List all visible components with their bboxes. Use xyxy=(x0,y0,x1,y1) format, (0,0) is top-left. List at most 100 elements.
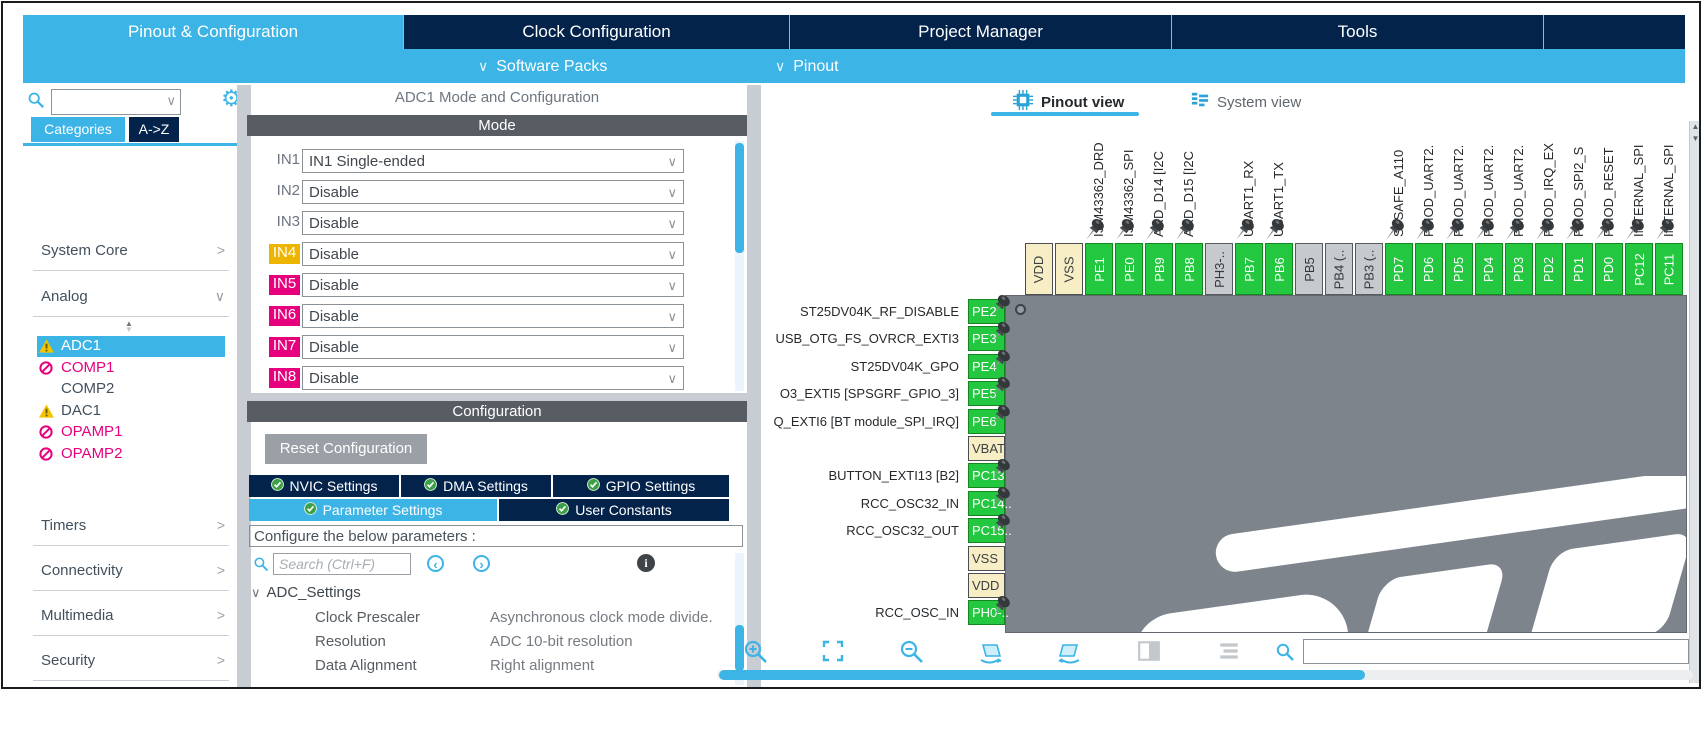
mode-select-in5[interactable]: Disable∨ xyxy=(302,273,684,297)
pin-pe0[interactable]: PE0 xyxy=(1115,243,1143,295)
mode-select-in8[interactable]: Disable∨ xyxy=(302,366,684,390)
tab-clock-configuration[interactable]: Clock Configuration xyxy=(403,15,789,49)
sidebar-item-multimedia[interactable]: Multimedia> xyxy=(33,598,229,636)
pin-ph0[interactable]: PH0-.. xyxy=(968,600,1005,625)
parameters-scrollbar[interactable] xyxy=(735,553,744,685)
mode-config-splitter[interactable] xyxy=(247,393,747,401)
param-value-clock-prescaler[interactable]: Asynchronous clock mode divide. xyxy=(490,609,713,626)
sidebar-item-comp2[interactable]: COMP2 xyxy=(37,379,225,400)
pin-pc12[interactable]: PC12 xyxy=(1625,243,1653,295)
scroll-up-icon[interactable]: ▲ xyxy=(1690,121,1701,133)
select-value: Disable xyxy=(309,246,359,263)
pin-pe2[interactable]: PE2 xyxy=(968,299,1005,324)
tab-parameter-settings[interactable]: Parameter Settings xyxy=(249,499,497,521)
sort-toggle[interactable]: ▲▼ xyxy=(119,321,139,335)
chip-icon xyxy=(1013,90,1033,115)
subnav-pinout[interactable]: ∨Pinout xyxy=(775,49,839,83)
pin-pe5[interactable]: PE5 xyxy=(968,381,1005,406)
pin-list-icon[interactable] xyxy=(1217,639,1243,665)
pin-pb7[interactable]: PB7 xyxy=(1235,243,1263,295)
param-name-data-alignment[interactable]: Data Alignment xyxy=(315,657,417,674)
sidebar-item-comp1[interactable]: COMP1 xyxy=(37,358,225,379)
pin-pd7[interactable]: PD7 xyxy=(1385,243,1413,295)
pin-pb4[interactable]: PB4 (.. xyxy=(1325,243,1353,295)
pin-pc11[interactable]: PC11 xyxy=(1655,243,1683,295)
pin-ph3[interactable]: PH3-.. xyxy=(1205,243,1233,295)
sidebar-item-system-core[interactable]: System Core> xyxy=(33,233,229,271)
chevron-down-icon[interactable]: ∨ xyxy=(166,93,176,109)
rotate-counterclockwise-icon[interactable] xyxy=(1057,639,1083,665)
tab-gpio-settings[interactable]: GPIO Settings xyxy=(553,475,729,497)
pin-pd2[interactable]: PD2 xyxy=(1535,243,1563,295)
subnav-software-packs[interactable]: ∨Software Packs xyxy=(478,49,607,83)
mode-select-in7[interactable]: Disable∨ xyxy=(302,335,684,359)
tab-pinout-configuration[interactable]: Pinout & Configuration xyxy=(23,15,403,49)
sidebar-item-adc1[interactable]: ADC1 xyxy=(37,336,225,357)
pin-pd0[interactable]: PD0 xyxy=(1595,243,1623,295)
pinout-vertical-scrollbar[interactable]: ▲ ▼ xyxy=(1689,121,1701,683)
info-icon[interactable]: i xyxy=(637,554,655,572)
pinout-horizontal-scrollbar-thumb[interactable] xyxy=(719,670,1365,680)
show-configured-pins-icon[interactable] xyxy=(1137,639,1163,665)
pin-vdd[interactable]: VDD xyxy=(1025,243,1053,295)
pin-pb9[interactable]: PB9 xyxy=(1145,243,1173,295)
pin-vss[interactable]: VSS xyxy=(968,546,1005,571)
tab-user-constants[interactable]: User Constants xyxy=(499,499,729,521)
previous-match-button[interactable]: ‹ xyxy=(427,555,444,572)
sidebar-item-security[interactable]: Security> xyxy=(33,643,229,681)
pin-vdd[interactable]: VDD xyxy=(968,573,1005,598)
pin-pe1[interactable]: PE1 xyxy=(1085,243,1113,295)
param-group-adc-settings[interactable]: ∨ADC_Settings xyxy=(251,584,361,601)
pin-pc15[interactable]: PC15.. xyxy=(968,518,1005,543)
pinout-horizontal-scrollbar[interactable] xyxy=(717,670,1693,680)
scroll-down-icon[interactable]: ▼ xyxy=(1690,133,1701,145)
mode-select-in6[interactable]: Disable∨ xyxy=(302,304,684,328)
tab-nvic-settings[interactable]: NVIC Settings xyxy=(249,475,399,497)
pin-pd1[interactable]: PD1 xyxy=(1565,243,1593,295)
pin-vbat[interactable]: VBAT xyxy=(968,436,1005,461)
pin-search-input[interactable] xyxy=(1303,639,1689,664)
pin-pc14[interactable]: PC14.. xyxy=(968,491,1005,516)
ip-search-input[interactable] xyxy=(54,92,158,112)
pin-pd5[interactable]: PD5 xyxy=(1445,243,1473,295)
pin-pe4[interactable]: PE4 xyxy=(968,354,1005,379)
pin-pb3[interactable]: PB3 (.. xyxy=(1355,243,1383,295)
pin-pb5[interactable]: PB5 xyxy=(1295,243,1323,295)
signal-label-pd4: PMOD_UART2. xyxy=(1481,145,1496,237)
tab-dma-settings[interactable]: DMA Settings xyxy=(401,475,551,497)
signal-label-pd3: PMOD_UART2. xyxy=(1511,145,1526,237)
pin-pc13[interactable]: PC13 xyxy=(968,463,1005,488)
sidebar-item-connectivity[interactable]: Connectivity> xyxy=(33,553,229,591)
pin-label: PE3 xyxy=(972,331,997,346)
pin-pd3[interactable]: PD3 xyxy=(1505,243,1533,295)
pin-pe6[interactable]: PE6 xyxy=(968,409,1005,434)
pin-vss[interactable]: VSS xyxy=(1055,243,1083,295)
param-name-resolution[interactable]: Resolution xyxy=(315,633,386,650)
pin-pd6[interactable]: PD6 xyxy=(1415,243,1443,295)
reset-configuration-button[interactable]: Reset Configuration xyxy=(265,434,427,464)
next-match-button[interactable]: › xyxy=(473,555,490,572)
zoom-in-icon[interactable] xyxy=(743,639,769,665)
tab-project-manager[interactable]: Project Manager xyxy=(789,15,1171,49)
parameter-search-input[interactable] xyxy=(273,553,411,575)
tab-tools[interactable]: Tools xyxy=(1171,15,1543,49)
param-name-clock-prescaler[interactable]: Clock Prescaler xyxy=(315,609,420,626)
param-value-data-alignment[interactable]: Right alignment xyxy=(490,657,594,674)
ip-search-combobox[interactable]: ∨ xyxy=(51,89,181,115)
sidebar-item-opamp1[interactable]: OPAMP1 xyxy=(37,422,225,443)
pin-pb6[interactable]: PB6 xyxy=(1265,243,1293,295)
rotate-clockwise-icon[interactable] xyxy=(977,639,1003,665)
zoom-out-icon[interactable] xyxy=(899,639,925,665)
mode-select-in4[interactable]: Disable∨ xyxy=(302,242,684,266)
best-fit-icon[interactable] xyxy=(821,639,847,665)
param-value-resolution[interactable]: ADC 10-bit resolution xyxy=(490,633,633,650)
sidebar-item-timers[interactable]: Timers> xyxy=(33,508,229,546)
sidebar-item-analog[interactable]: Analog∨ xyxy=(33,279,229,317)
sidebar-item-dac1[interactable]: DAC1 xyxy=(37,401,225,422)
pin-pd4[interactable]: PD4 xyxy=(1475,243,1503,295)
tab-system-view[interactable]: System view xyxy=(1191,89,1301,115)
signal-label-pd6: PMOD_UART2. xyxy=(1421,145,1436,237)
sidebar-item-opamp2[interactable]: OPAMP2 xyxy=(37,444,225,465)
pin-pe3[interactable]: PE3 xyxy=(968,326,1005,351)
pin-pb8[interactable]: PB8 xyxy=(1175,243,1203,295)
